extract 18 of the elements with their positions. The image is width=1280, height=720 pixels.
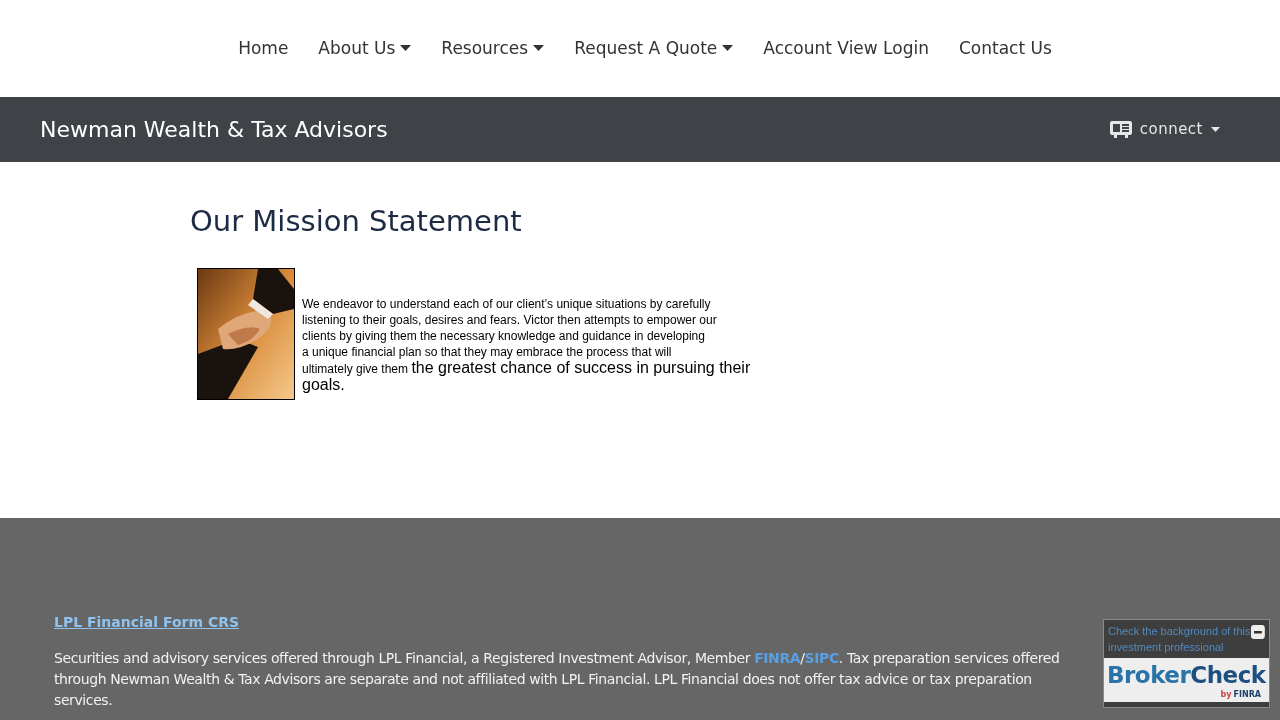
id-card-icon <box>1109 121 1132 138</box>
disclosure-text: Securities and advisory services offered through LPL Financial, a Registered Investment Advisor, Member FINRA/SIPC. Tax preparation services offered through Newman Wealth & Tax Advisors are separate and not affiliated with LPL Financial. LPL Financial does not offer tax advice or tax preparation services. <box>54 649 1061 710</box>
site-title[interactable]: Newman Wealth & Tax Advisors <box>40 113 388 146</box>
nav-link[interactable]: Home <box>238 35 289 62</box>
mission-text: We endeavor to understand each of our client’s unique situations by carefully listening to their goals, desires and fears. Victor then attempts to empower our clients by giving them the necessary knowledge and guidance in developing a unique financial plan so that they may embrace the process that will ultimately give them the greatest chance of success in pursuing their goals. <box>302 296 752 394</box>
nav-link[interactable]: Request A Quote <box>574 35 734 62</box>
by-finra-text: by FINRA <box>1220 689 1261 701</box>
connect-button[interactable]: connect <box>1109 118 1220 141</box>
broker-check-logo: BrokerCheck <box>1107 661 1266 690</box>
broker-check-caption: Check the background of this investment professional <box>1108 624 1252 655</box>
broker-check-widget[interactable]: Check the background of this investment professional BrokerCheck by FINRA <box>1103 619 1270 708</box>
nav-link[interactable]: Resources <box>441 35 545 62</box>
minimize-icon[interactable] <box>1251 625 1265 639</box>
nav-link[interactable]: About Us <box>318 35 412 62</box>
caret-icon <box>1211 126 1220 133</box>
page-heading: Our Mission Statement <box>190 207 523 236</box>
nav-link[interactable]: Contact Us <box>959 35 1052 62</box>
nav-link[interactable]: Account View Login <box>763 35 929 62</box>
